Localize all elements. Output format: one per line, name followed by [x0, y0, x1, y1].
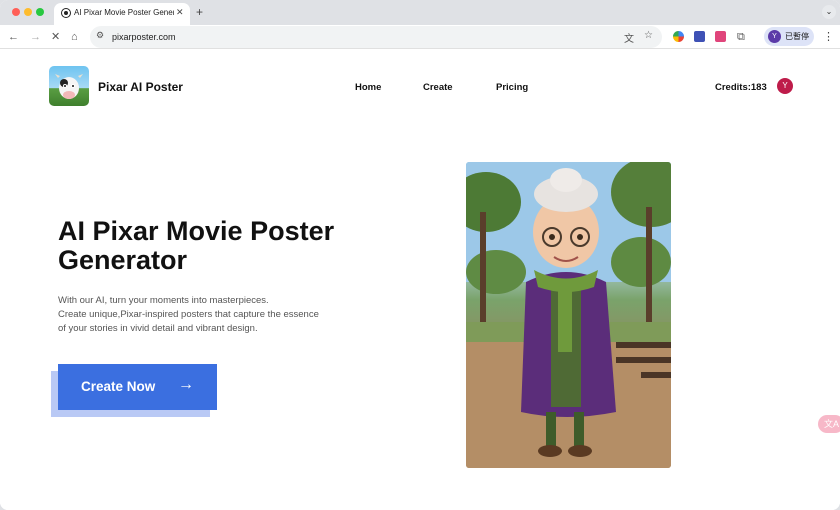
create-now-label: Create Now	[81, 379, 156, 394]
translate-icon[interactable]: 文	[624, 30, 634, 45]
hero-description: With our AI, turn your moments into mast…	[58, 294, 348, 336]
cow-mascot-icon	[55, 74, 83, 99]
nav-create-link[interactable]: Create	[423, 82, 453, 93]
sample-poster-image	[466, 162, 671, 468]
stop-icon[interactable]: ✕	[51, 30, 60, 44]
nav-pricing-link[interactable]: Pricing	[496, 82, 528, 93]
url-text[interactable]: pixarposter.com	[112, 32, 176, 42]
menu-icon[interactable]: ⋮	[823, 30, 834, 43]
site-settings-icon[interactable]: ⚙	[96, 30, 104, 41]
new-tab-button[interactable]: +	[196, 5, 203, 19]
back-icon[interactable]: ←	[8, 30, 19, 44]
nav-home-link[interactable]: Home	[355, 82, 381, 93]
tab-title: AI Pixar Movie Poster Genera...	[74, 8, 174, 17]
arrow-right-icon: →	[178, 376, 194, 393]
brand-name[interactable]: Pixar AI Poster	[98, 80, 183, 94]
grandma-character-illustration	[466, 162, 671, 468]
profile-button[interactable]: Y 已暫停	[764, 27, 814, 46]
profile-avatar: Y	[768, 30, 781, 43]
tab-strip: AI Pixar Movie Poster Genera... ✕ + ⌄	[0, 0, 840, 25]
extensions-puzzle-icon[interactable]: ⧉	[737, 30, 745, 44]
hero-description-line: Create unique,Pixar-inspired posters tha…	[58, 309, 319, 320]
site-favicon-icon	[62, 9, 70, 17]
active-tab[interactable]: AI Pixar Movie Poster Genera... ✕	[54, 3, 190, 25]
extension-1-icon[interactable]	[673, 31, 684, 42]
profile-status: 已暫停	[785, 32, 809, 41]
site-logo[interactable]	[49, 66, 89, 106]
close-window-button[interactable]	[12, 8, 20, 16]
minimize-window-button[interactable]	[24, 8, 32, 16]
forward-icon[interactable]: →	[30, 30, 41, 44]
tab-close-icon[interactable]: ✕	[176, 7, 184, 18]
credits-counter: Credits:183	[715, 82, 767, 93]
browser-toolbar: ← → ✕ ⌂ ⚙ pixarposter.com 文 ☆ ⧉ Y 已暫停 ⋮	[0, 25, 840, 49]
extension-2-icon[interactable]	[694, 31, 705, 42]
hero-title: AI Pixar Movie Poster Generator	[58, 216, 335, 275]
hero-description-line: With our AI, turn your moments into mast…	[58, 295, 269, 306]
extension-3-icon[interactable]	[715, 31, 726, 42]
home-icon[interactable]: ⌂	[71, 30, 78, 44]
translate-float-button[interactable]: 文A	[818, 415, 840, 433]
address-bar[interactable]: ⚙ pixarposter.com 文 ☆	[90, 26, 662, 48]
page-content: Pixar AI Poster Home Create Pricing Cred…	[0, 49, 840, 510]
bookmark-star-icon[interactable]: ☆	[644, 30, 653, 41]
user-avatar[interactable]: Y	[777, 78, 793, 94]
hero-description-line: of your stories in vivid detail and vibr…	[58, 323, 258, 334]
tab-search-button[interactable]: ⌄	[822, 5, 836, 19]
create-now-button[interactable]: Create Now →	[58, 364, 217, 410]
browser-window: AI Pixar Movie Poster Genera... ✕ + ⌄ ← …	[0, 0, 840, 510]
maximize-window-button[interactable]	[36, 8, 44, 16]
